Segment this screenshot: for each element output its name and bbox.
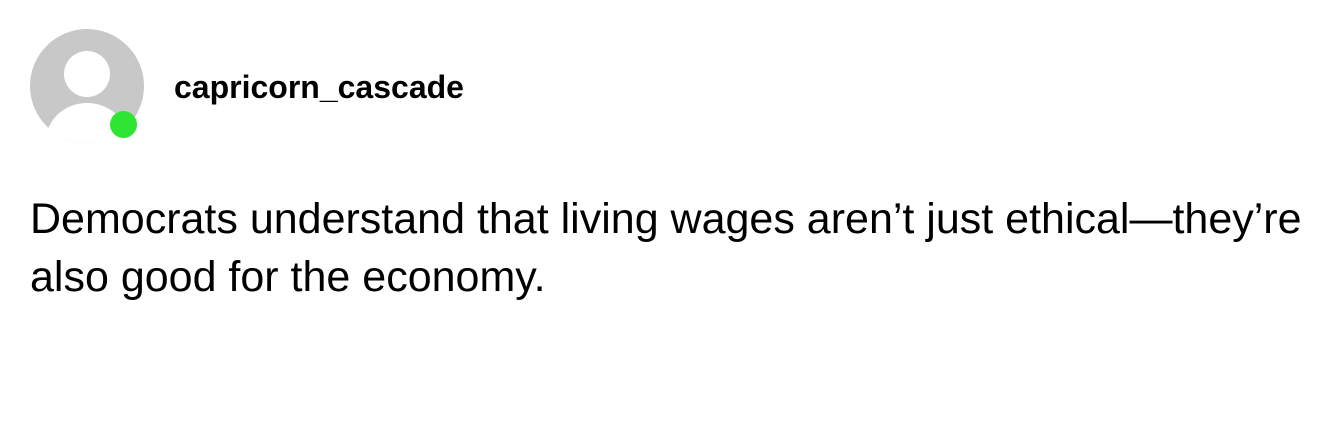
username[interactable]: capricorn_cascade xyxy=(174,68,464,106)
post-card: capricorn_cascade Democrats understand t… xyxy=(0,0,1344,442)
post-text: Democrats understand that living wages a… xyxy=(30,195,1302,301)
online-status-indicator-icon xyxy=(110,111,137,138)
